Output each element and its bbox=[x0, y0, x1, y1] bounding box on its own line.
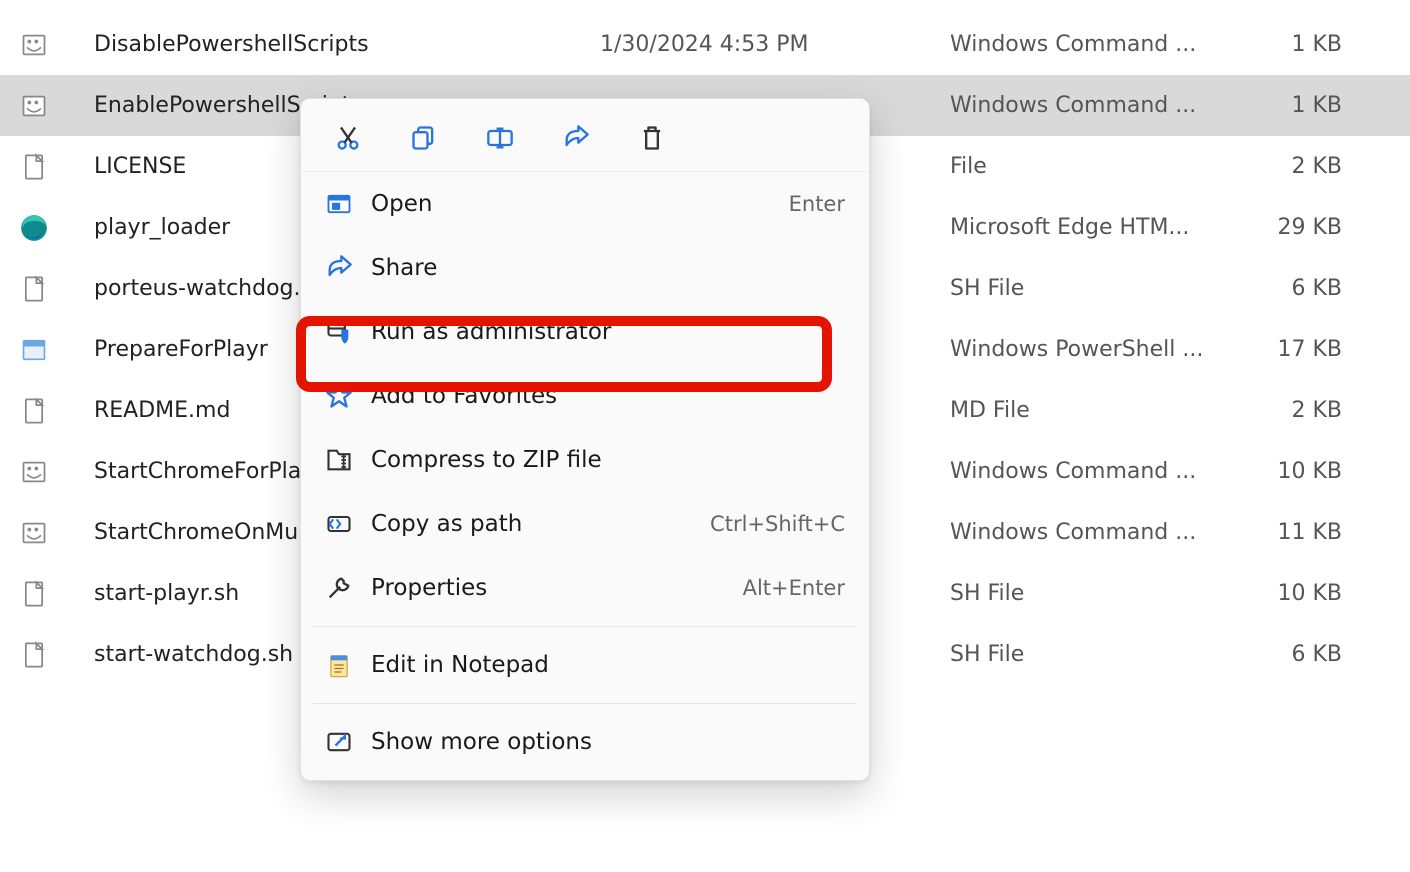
file-type-icon bbox=[20, 397, 90, 425]
file-type-icon bbox=[20, 336, 90, 364]
file-type: Windows Command ... bbox=[940, 459, 1240, 484]
context-menu-iconbar bbox=[301, 99, 869, 172]
menu-item-label: Show more options bbox=[365, 729, 845, 755]
menu-item-label: Compress to ZIP file bbox=[365, 447, 845, 473]
shield-icon bbox=[325, 318, 365, 346]
menu-item-accel: Ctrl+Shift+C bbox=[710, 512, 845, 536]
file-size: 2 KB bbox=[1240, 398, 1390, 423]
file-type-icon bbox=[20, 92, 90, 120]
file-type-icon bbox=[20, 153, 90, 181]
more-options-icon bbox=[325, 728, 365, 756]
file-type: MD File bbox=[940, 398, 1240, 423]
file-type-icon bbox=[20, 31, 90, 59]
rename-icon[interactable] bbox=[485, 123, 515, 153]
file-row[interactable]: DisablePowershellScripts 1/30/2024 4:53 … bbox=[0, 14, 1410, 75]
file-type: SH File bbox=[940, 642, 1240, 667]
file-size: 2 KB bbox=[1240, 154, 1390, 179]
menu-separator bbox=[313, 626, 857, 627]
menu-item-label: Run as administrator bbox=[365, 319, 845, 345]
file-date: 1/30/2024 4:53 PM bbox=[570, 32, 940, 57]
file-type-icon bbox=[20, 641, 90, 669]
file-type-icon bbox=[20, 580, 90, 608]
menu-item-label: Copy as path bbox=[365, 511, 710, 537]
file-size: 11 KB bbox=[1240, 520, 1390, 545]
menu-item-label: Properties bbox=[365, 575, 743, 601]
menu-item-label: Share bbox=[365, 255, 845, 281]
menu-item-copy-path[interactable]: Copy as path Ctrl+Shift+C bbox=[301, 492, 869, 556]
notepad-icon bbox=[325, 651, 365, 679]
file-name: DisablePowershellScripts bbox=[90, 32, 570, 57]
wrench-icon bbox=[325, 574, 365, 602]
menu-item-share[interactable]: Share bbox=[301, 236, 869, 300]
file-size: 17 KB bbox=[1240, 337, 1390, 362]
share-arrow-icon bbox=[325, 254, 365, 282]
menu-item-label: Add to Favorites bbox=[365, 383, 845, 409]
file-type: Windows Command ... bbox=[940, 32, 1240, 57]
file-type: Windows Command ... bbox=[940, 520, 1240, 545]
file-type: SH File bbox=[940, 581, 1240, 606]
file-size: 6 KB bbox=[1240, 276, 1390, 301]
file-type-icon bbox=[20, 519, 90, 547]
menu-item-show-more[interactable]: Show more options bbox=[301, 710, 869, 774]
file-type: File bbox=[940, 154, 1240, 179]
file-size: 10 KB bbox=[1240, 459, 1390, 484]
menu-item-compress-zip[interactable]: Compress to ZIP file bbox=[301, 428, 869, 492]
file-size: 10 KB bbox=[1240, 581, 1390, 606]
open-icon bbox=[325, 190, 365, 218]
menu-item-open[interactable]: Open Enter bbox=[301, 172, 869, 236]
menu-item-label: Open bbox=[365, 191, 789, 217]
file-size: 6 KB bbox=[1240, 642, 1390, 667]
file-size: 1 KB bbox=[1240, 32, 1390, 57]
cut-icon[interactable] bbox=[333, 123, 363, 153]
file-size: 1 KB bbox=[1240, 93, 1390, 118]
delete-icon[interactable] bbox=[637, 123, 667, 153]
menu-separator bbox=[313, 703, 857, 704]
menu-item-add-favorite[interactable]: Add to Favorites bbox=[301, 364, 869, 428]
menu-item-properties[interactable]: Properties Alt+Enter bbox=[301, 556, 869, 620]
file-type: Windows PowerShell ... bbox=[940, 337, 1240, 362]
star-icon bbox=[325, 382, 365, 410]
path-icon bbox=[325, 510, 365, 538]
menu-item-run-as-admin[interactable]: Run as administrator bbox=[301, 300, 869, 364]
context-menu: Open Enter Share Run as administrator Ad… bbox=[300, 98, 870, 781]
file-type: Microsoft Edge HTM... bbox=[940, 215, 1240, 240]
menu-item-accel: Enter bbox=[789, 192, 845, 216]
file-type: Windows Command ... bbox=[940, 93, 1240, 118]
share-icon[interactable] bbox=[561, 123, 591, 153]
menu-item-label: Edit in Notepad bbox=[365, 652, 845, 678]
file-type-icon bbox=[20, 458, 90, 486]
menu-item-accel: Alt+Enter bbox=[743, 576, 845, 600]
copy-icon[interactable] bbox=[409, 123, 439, 153]
folder-zip-icon bbox=[325, 446, 365, 474]
menu-item-edit-notepad[interactable]: Edit in Notepad bbox=[301, 633, 869, 697]
file-type-icon bbox=[20, 275, 90, 303]
file-size: 29 KB bbox=[1240, 215, 1390, 240]
file-type-icon bbox=[20, 214, 90, 242]
file-type: SH File bbox=[940, 276, 1240, 301]
